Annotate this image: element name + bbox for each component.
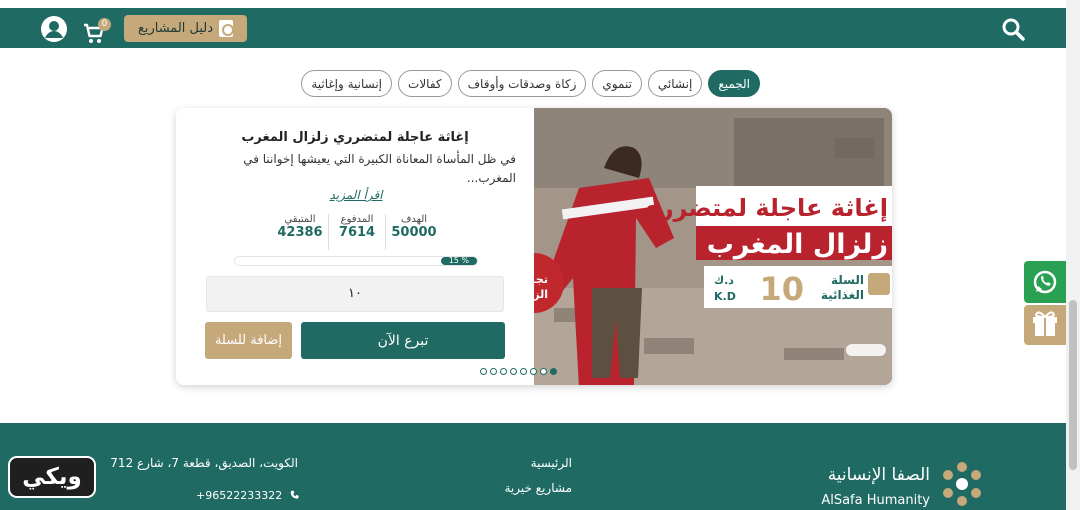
footer-phone[interactable]: +96522233322 — [196, 485, 300, 505]
footer-link-projects[interactable]: مشاريع خيرية — [480, 481, 572, 495]
projects-guide-label: دليل المشاريع — [137, 21, 214, 36]
phone-icon — [290, 490, 299, 499]
stamp-text-2: الزكـ — [534, 288, 548, 301]
top-strip — [0, 0, 1066, 8]
slider-dots — [480, 368, 590, 378]
footer-phone-number: +96522233322 — [196, 488, 283, 502]
stat-remaining-label: المتبقي — [284, 214, 316, 225]
footer-logo-english: AlSafa Humanity — [821, 493, 930, 508]
image-headline-2: زلزال المغرب — [707, 229, 888, 260]
search-icon[interactable] — [1000, 16, 1026, 42]
stat-paid-value: 7614 — [338, 225, 376, 240]
filter-zakat[interactable]: زكاة وصدقات وأوقاف — [457, 70, 587, 97]
footer-link-home[interactable]: الرئيسية — [500, 456, 572, 470]
site-footer: الكويت، الصديق، قطعة 7، شارع 712 +965222… — [0, 423, 1066, 510]
whatsapp-button[interactable] — [1024, 261, 1066, 303]
pdf-icon — [219, 20, 235, 37]
project-card: تجـ الزكـ إغاثة عاجلة لمتضرري زلزال المغ… — [176, 108, 892, 385]
project-description: في ظل المأساة المعاناة الكبيرة التي يعيش… — [243, 152, 516, 185]
stat-paid-label: المدفوع — [340, 214, 374, 225]
user-icon[interactable] — [40, 15, 68, 43]
gift-button[interactable] — [1024, 305, 1066, 345]
filter-all[interactable]: الجميع — [708, 70, 760, 97]
basket-label-2: الغذائية — [821, 288, 864, 302]
progress-bar: 15 % — [234, 256, 478, 266]
stat-remaining: المتبقي 42386 — [272, 214, 328, 250]
slider-dot[interactable] — [490, 368, 497, 375]
slider-dot[interactable] — [530, 368, 537, 375]
logo-flower-icon — [943, 462, 981, 506]
category-filter-bar: الجميع إنشائي تنموي زكاة وصدقات وأوقاف ك… — [300, 70, 760, 97]
currency-ar: د.ك — [714, 274, 734, 287]
slider-dot[interactable] — [500, 368, 507, 375]
stat-remaining-value: 42386 — [277, 225, 323, 240]
donation-amount-input[interactable]: ١٠ — [206, 276, 504, 312]
footer-address: الكويت، الصديق، قطعة 7، شارع 712 — [110, 456, 298, 470]
cart-count-badge: 0 — [98, 18, 111, 31]
projects-guide-button[interactable]: دليل المشاريع — [124, 15, 247, 42]
footer-logo-arabic: الصفا الإنسانية — [827, 465, 930, 485]
slider-dot[interactable] — [550, 368, 557, 375]
stat-goal-value: 50000 — [391, 225, 437, 240]
footer-link-cut[interactable] — [540, 505, 572, 510]
cart-button[interactable]: 0 — [82, 16, 112, 44]
slider-dot[interactable] — [540, 368, 547, 375]
project-stats: الهدف 50000 المدفوع 7614 المتبقي 42386 — [272, 214, 442, 250]
stat-goal-label: الهدف — [400, 214, 428, 225]
page-scrollbar[interactable] — [1066, 0, 1080, 510]
add-to-cart-button[interactable]: إضافة للسلة — [205, 322, 292, 359]
donate-now-button[interactable]: تبرع الآن — [301, 322, 505, 359]
image-headline-1: إغاثة عاجلة لمتضرري — [638, 194, 888, 222]
slider-dot[interactable] — [520, 368, 527, 375]
filter-humanitarian[interactable]: إنسانية وإغاثية — [301, 70, 393, 97]
site-header: دليل المشاريع 0 — [0, 8, 1066, 48]
project-image[interactable]: تجـ الزكـ إغاثة عاجلة لمتضرري زلزال المغ… — [534, 108, 892, 385]
currency-en: K.D — [714, 290, 736, 303]
progress-fill: 15 % — [440, 257, 477, 265]
slider-dot[interactable] — [510, 368, 517, 375]
read-more-link[interactable]: اقرأ المزيد — [316, 188, 396, 202]
scrollbar-thumb[interactable] — [1069, 300, 1077, 470]
filter-construction[interactable]: إنشائي — [647, 70, 703, 97]
basket-label-1: السلة — [831, 273, 864, 287]
basket-price: 10 — [759, 270, 804, 308]
whatsapp-icon — [1033, 270, 1057, 294]
stamp-text-1: تجـ — [534, 273, 548, 286]
gift-icon — [1033, 311, 1057, 336]
filter-development[interactable]: تنموي — [592, 70, 642, 97]
project-title[interactable]: إغاثة عاجلة لمتضرري زلزال المغرب — [196, 130, 514, 145]
stat-goal: الهدف 50000 — [385, 214, 442, 250]
stat-paid: المدفوع 7614 — [328, 214, 385, 250]
slider-dot[interactable] — [480, 368, 487, 375]
filter-sponsorships[interactable]: كفالات — [398, 70, 452, 97]
watermark-logo: ويكي — [8, 456, 96, 498]
